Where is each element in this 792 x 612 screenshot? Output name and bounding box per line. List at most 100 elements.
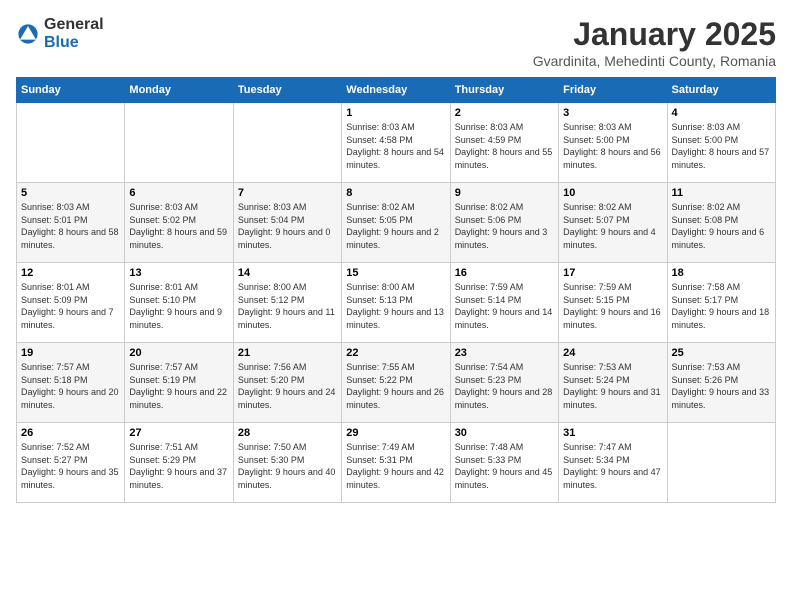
calendar-cell: 27 Sunrise: 7:51 AM Sunset: 5:29 PM Dayli…: [125, 423, 233, 503]
calendar-cell: 20 Sunrise: 7:57 AM Sunset: 5:19 PM Dayli…: [125, 343, 233, 423]
day-number: 21: [238, 347, 337, 359]
calendar-cell: 13Sunrise: 8:01 AM Sunset: 5:10 PM Dayli…: [125, 263, 233, 343]
calendar-cell: 12Sunrise: 8:01 AM Sunset: 5:09 PM Dayli…: [17, 263, 125, 343]
calendar-cell: 29 Sunrise: 7:49 AM Sunset: 5:31 PM Dayli…: [342, 423, 450, 503]
day-info: Sunrise: 7:56 AM Sunset: 5:20 PM Dayligh…: [238, 361, 337, 411]
calendar-cell: [125, 103, 233, 183]
day-info: Sunrise: 7:52 AM Sunset: 5:27 PM Dayligh…: [21, 441, 120, 491]
day-number: 19: [21, 347, 120, 359]
calendar-cell: 11 Sunrise: 8:02 AM Sunset: 5:08 PM Dayli…: [667, 183, 775, 263]
day-number: 10: [563, 187, 662, 199]
calendar-week-row: 5 Sunrise: 8:03 AM Sunset: 5:01 PM Daylig…: [17, 183, 776, 263]
day-number: 8: [346, 187, 445, 199]
day-info: Sunrise: 8:03 AM Sunset: 5:04 PM Dayligh…: [238, 201, 337, 251]
day-number: 31: [563, 427, 662, 439]
day-info: Sunrise: 7:53 AM Sunset: 5:26 PM Dayligh…: [672, 361, 771, 411]
day-number: 1: [346, 107, 445, 119]
calendar-cell: 16 Sunrise: 7:59 AM Sunset: 5:14 PM Dayli…: [450, 263, 558, 343]
day-info: Sunrise: 7:53 AM Sunset: 5:24 PM Dayligh…: [563, 361, 662, 411]
day-number: 11: [672, 187, 771, 199]
day-info: Sunrise: 7:58 AM Sunset: 5:17 PM Dayligh…: [672, 281, 771, 331]
logo: General Blue: [16, 16, 104, 52]
weekday-header-wednesday: Wednesday: [342, 78, 450, 103]
weekday-header-thursday: Thursday: [450, 78, 558, 103]
calendar-week-row: 26 Sunrise: 7:52 AM Sunset: 5:27 PM Dayli…: [17, 423, 776, 503]
day-info: Sunrise: 7:55 AM Sunset: 5:22 PM Dayligh…: [346, 361, 445, 411]
day-number: 6: [129, 187, 228, 199]
calendar-cell: [667, 423, 775, 503]
day-info: Sunrise: 7:50 AM Sunset: 5:30 PM Dayligh…: [238, 441, 337, 491]
calendar-cell: 3 Sunrise: 8:03 AM Sunset: 5:00 PM Daylig…: [559, 103, 667, 183]
calendar-title: January 2025: [533, 16, 776, 53]
day-number: 15: [346, 267, 445, 279]
day-info: Sunrise: 7:51 AM Sunset: 5:29 PM Dayligh…: [129, 441, 228, 491]
day-number: 16: [455, 267, 554, 279]
day-info: Sunrise: 7:59 AM Sunset: 5:15 PM Dayligh…: [563, 281, 662, 331]
day-number: 26: [21, 427, 120, 439]
calendar-cell: 4 Sunrise: 8:03 AM Sunset: 5:00 PM Daylig…: [667, 103, 775, 183]
calendar-cell: 18 Sunrise: 7:58 AM Sunset: 5:17 PM Dayli…: [667, 263, 775, 343]
day-info: Sunrise: 8:03 AM Sunset: 5:01 PM Dayligh…: [21, 201, 120, 251]
calendar-cell: 21 Sunrise: 7:56 AM Sunset: 5:20 PM Dayli…: [233, 343, 341, 423]
day-number: 20: [129, 347, 228, 359]
calendar-subtitle: Gvardinita, Mehedinti County, Romania: [533, 53, 776, 69]
day-number: 4: [672, 107, 771, 119]
page-header: General Blue January 2025 Gvardinita, Me…: [16, 16, 776, 69]
calendar-cell: 19Sunrise: 7:57 AM Sunset: 5:18 PM Dayli…: [17, 343, 125, 423]
day-info: Sunrise: 7:48 AM Sunset: 5:33 PM Dayligh…: [455, 441, 554, 491]
weekday-header-monday: Monday: [125, 78, 233, 103]
day-info: Sunrise: 7:49 AM Sunset: 5:31 PM Dayligh…: [346, 441, 445, 491]
day-info: Sunrise: 7:54 AM Sunset: 5:23 PM Dayligh…: [455, 361, 554, 411]
calendar-cell: 5 Sunrise: 8:03 AM Sunset: 5:01 PM Daylig…: [17, 183, 125, 263]
day-info: Sunrise: 8:00 AM Sunset: 5:13 PM Dayligh…: [346, 281, 445, 331]
day-number: 2: [455, 107, 554, 119]
calendar-cell: 10 Sunrise: 8:02 AM Sunset: 5:07 PM Dayli…: [559, 183, 667, 263]
calendar-cell: 14Sunrise: 8:00 AM Sunset: 5:12 PM Dayli…: [233, 263, 341, 343]
calendar-cell: 26 Sunrise: 7:52 AM Sunset: 5:27 PM Dayli…: [17, 423, 125, 503]
day-info: Sunrise: 7:59 AM Sunset: 5:14 PM Dayligh…: [455, 281, 554, 331]
calendar-cell: 22Sunrise: 7:55 AM Sunset: 5:22 PM Dayli…: [342, 343, 450, 423]
calendar-cell: 9 Sunrise: 8:02 AM Sunset: 5:06 PM Daylig…: [450, 183, 558, 263]
calendar-cell: [233, 103, 341, 183]
weekday-header-saturday: Saturday: [667, 78, 775, 103]
calendar-week-row: 1 Sunrise: 8:03 AM Sunset: 4:58 PM Daylig…: [17, 103, 776, 183]
day-number: 24: [563, 347, 662, 359]
calendar-cell: 28 Sunrise: 7:50 AM Sunset: 5:30 PM Dayli…: [233, 423, 341, 503]
day-info: Sunrise: 8:03 AM Sunset: 5:02 PM Dayligh…: [129, 201, 228, 251]
day-info: Sunrise: 8:03 AM Sunset: 4:59 PM Dayligh…: [455, 121, 554, 171]
day-info: Sunrise: 8:02 AM Sunset: 5:08 PM Dayligh…: [672, 201, 771, 251]
calendar-cell: 8Sunrise: 8:02 AM Sunset: 5:05 PM Daylig…: [342, 183, 450, 263]
day-info: Sunrise: 8:03 AM Sunset: 5:00 PM Dayligh…: [563, 121, 662, 171]
day-info: Sunrise: 8:02 AM Sunset: 5:06 PM Dayligh…: [455, 201, 554, 251]
logo-icon: [16, 22, 40, 46]
day-info: Sunrise: 7:57 AM Sunset: 5:19 PM Dayligh…: [129, 361, 228, 411]
day-number: 30: [455, 427, 554, 439]
day-number: 7: [238, 187, 337, 199]
day-number: 28: [238, 427, 337, 439]
title-section: January 2025 Gvardinita, Mehedinti Count…: [533, 16, 776, 69]
logo-general-text: General: [44, 16, 104, 33]
day-info: Sunrise: 8:03 AM Sunset: 5:00 PM Dayligh…: [672, 121, 771, 171]
day-info: Sunrise: 8:01 AM Sunset: 5:10 PM Dayligh…: [129, 281, 228, 331]
day-number: 5: [21, 187, 120, 199]
day-number: 12: [21, 267, 120, 279]
day-number: 29: [346, 427, 445, 439]
logo-blue-text: Blue: [44, 34, 79, 51]
day-info: Sunrise: 8:02 AM Sunset: 5:07 PM Dayligh…: [563, 201, 662, 251]
calendar-cell: 17Sunrise: 7:59 AM Sunset: 5:15 PM Dayli…: [559, 263, 667, 343]
calendar-week-row: 19Sunrise: 7:57 AM Sunset: 5:18 PM Dayli…: [17, 343, 776, 423]
day-info: Sunrise: 8:03 AM Sunset: 4:58 PM Dayligh…: [346, 121, 445, 171]
day-number: 27: [129, 427, 228, 439]
weekday-header-friday: Friday: [559, 78, 667, 103]
day-number: 14: [238, 267, 337, 279]
day-info: Sunrise: 7:47 AM Sunset: 5:34 PM Dayligh…: [563, 441, 662, 491]
day-number: 23: [455, 347, 554, 359]
day-number: 18: [672, 267, 771, 279]
calendar-cell: 7 Sunrise: 8:03 AM Sunset: 5:04 PM Daylig…: [233, 183, 341, 263]
calendar-cell: 30 Sunrise: 7:48 AM Sunset: 5:33 PM Dayli…: [450, 423, 558, 503]
calendar-cell: [17, 103, 125, 183]
calendar-cell: 24 Sunrise: 7:53 AM Sunset: 5:24 PM Dayli…: [559, 343, 667, 423]
day-number: 3: [563, 107, 662, 119]
weekday-header-sunday: Sunday: [17, 78, 125, 103]
day-number: 9: [455, 187, 554, 199]
